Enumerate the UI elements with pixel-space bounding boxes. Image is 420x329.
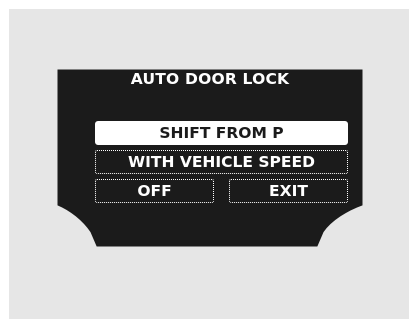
option-with-vehicle-speed[interactable]: WITH VEHICLE SPEED (95, 150, 348, 174)
option-shift-from-p[interactable]: SHIFT FROM P (95, 121, 348, 145)
option-exit[interactable]: EXIT (229, 179, 348, 203)
menu-title: AUTO DOOR LOCK (130, 70, 290, 88)
display-content: AUTO DOOR LOCK SHIFT FROM P WITH VEHICLE… (0, 0, 420, 329)
option-off[interactable]: OFF (95, 179, 214, 203)
